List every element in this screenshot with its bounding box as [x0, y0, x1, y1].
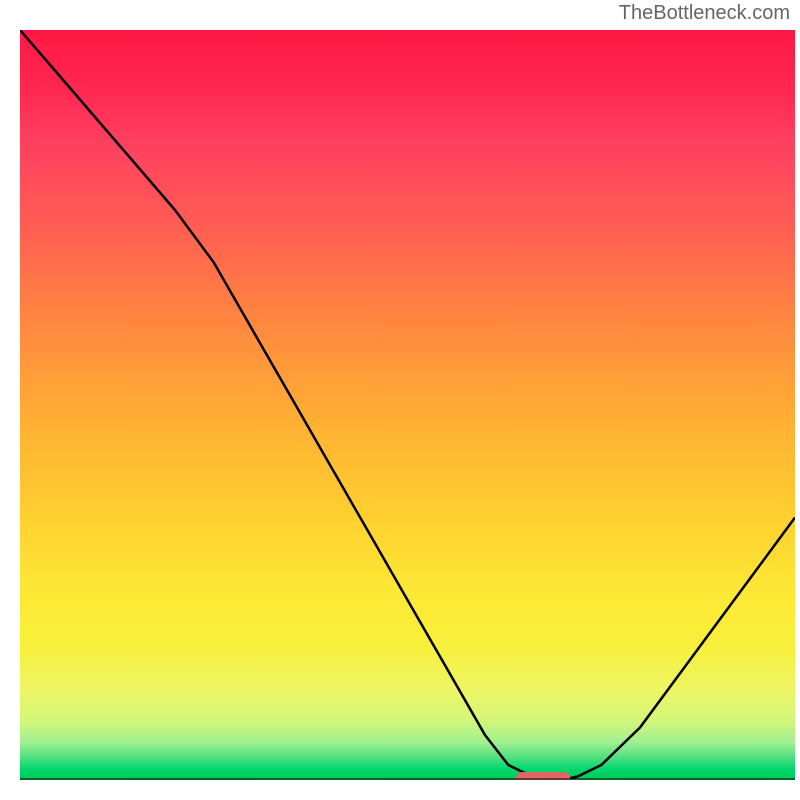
- chart-svg: [20, 30, 795, 780]
- plot-area: [20, 30, 795, 780]
- watermark-text: TheBottleneck.com: [619, 2, 790, 25]
- bottleneck-curve: [20, 30, 795, 780]
